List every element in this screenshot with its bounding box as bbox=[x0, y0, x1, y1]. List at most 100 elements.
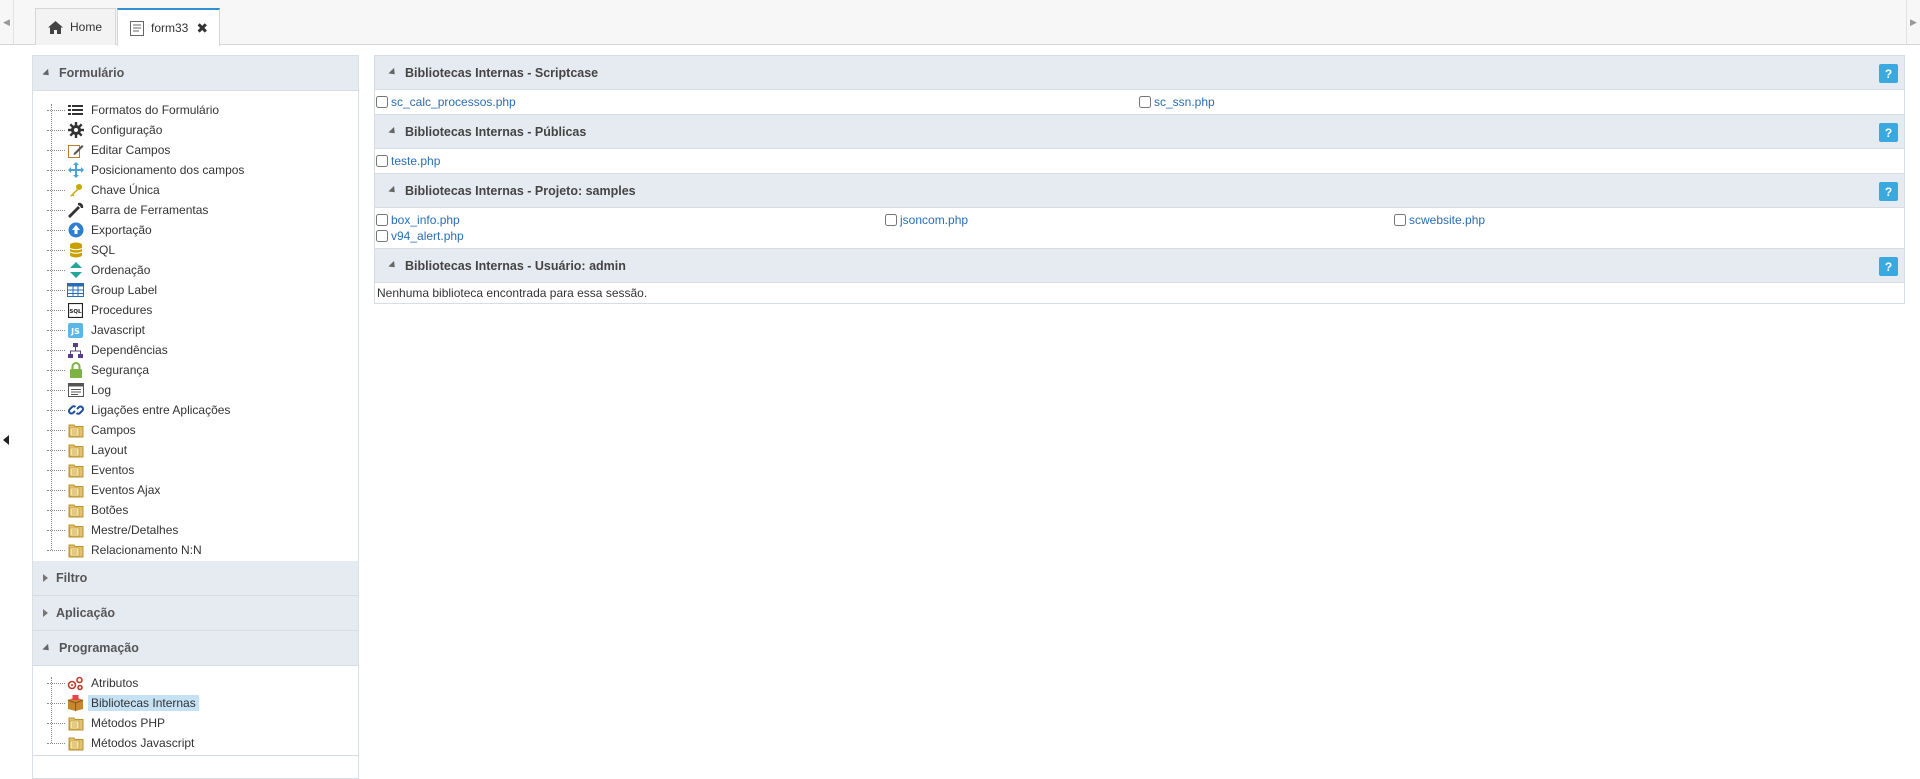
sidebar-item[interactable]: Campos bbox=[47, 420, 139, 440]
expanded-triangle-icon bbox=[388, 185, 398, 196]
tab-home[interactable]: Home bbox=[35, 8, 116, 45]
library-file-link[interactable]: sc_ssn.php bbox=[1154, 95, 1215, 109]
sidebar-item-label: Relacionamento N:N bbox=[91, 543, 202, 557]
library-body-projeto: box_info.php jsoncom.php scwebsite.php v… bbox=[374, 208, 1905, 248]
library-checkbox[interactable] bbox=[1394, 214, 1406, 226]
library-file-link[interactable]: v94_alert.php bbox=[391, 229, 464, 243]
sidebar-item[interactable]: Formatos do Formulário bbox=[47, 100, 222, 120]
hierarchy-icon bbox=[67, 342, 84, 358]
sidebar-item[interactable]: JS Javascript bbox=[47, 320, 148, 340]
tree-connector bbox=[47, 389, 65, 391]
collapse-sidebar-icon[interactable] bbox=[3, 434, 11, 445]
library-file-link[interactable]: jsoncom.php bbox=[900, 213, 968, 227]
sidebar-item[interactable]: Bibliotecas Internas bbox=[47, 693, 199, 713]
library-header-scriptcase[interactable]: Bibliotecas Internas - Scriptcase ? bbox=[374, 55, 1905, 90]
section-aplicacao[interactable]: Aplicação bbox=[33, 596, 358, 631]
library-title: Bibliotecas Internas - Projeto: samples bbox=[405, 183, 636, 198]
sidebar-item-label: Barra de Ferramentas bbox=[91, 203, 209, 217]
library-header-projeto[interactable]: Bibliotecas Internas - Projeto: samples … bbox=[374, 173, 1905, 208]
sidebar-item[interactable]: Ligações entre Aplicações bbox=[47, 400, 233, 420]
help-button[interactable]: ? bbox=[1879, 182, 1898, 201]
section-programacao[interactable]: Programação bbox=[33, 631, 358, 666]
tab-form33[interactable]: form33 ✖ bbox=[117, 8, 220, 46]
help-button[interactable]: ? bbox=[1879, 64, 1898, 83]
tree-connector bbox=[47, 209, 65, 211]
help-button[interactable]: ? bbox=[1879, 123, 1898, 142]
sidebar-item[interactable]: Group Label bbox=[47, 280, 160, 300]
section-formulario-title: Formulário bbox=[59, 66, 125, 80]
library-checkbox[interactable] bbox=[376, 230, 388, 242]
sidebar-divider bbox=[33, 755, 358, 756]
sidebar-item[interactable]: Relacionamento N:N bbox=[47, 540, 205, 560]
library-checkbox[interactable] bbox=[376, 96, 388, 108]
library-body-usuario: Nenhuma biblioteca encontrada para essa … bbox=[374, 283, 1905, 304]
library-file-link[interactable]: box_info.php bbox=[391, 213, 460, 227]
sidebar-item[interactable]: Segurança bbox=[47, 360, 152, 380]
sidebar-item-label: Configuração bbox=[91, 123, 163, 137]
sidebar-item[interactable]: Botões bbox=[47, 500, 131, 520]
sidebar-item[interactable]: Dependências bbox=[47, 340, 171, 360]
tree-connector bbox=[47, 489, 65, 491]
sidebar-item[interactable]: SQL bbox=[47, 240, 118, 260]
sidebar-item[interactable]: Eventos bbox=[47, 460, 137, 480]
sidebar-item[interactable]: Exportação bbox=[47, 220, 155, 240]
sidebar-item-label: Ligações entre Aplicações bbox=[91, 403, 231, 417]
library-header-usuario[interactable]: Bibliotecas Internas - Usuário: admin ? bbox=[374, 248, 1905, 283]
tree-connector bbox=[47, 722, 65, 724]
library-file-item[interactable]: v94_alert.php bbox=[376, 229, 464, 243]
tab-home-label: Home bbox=[70, 20, 103, 34]
scroll-tabs-left-button[interactable]: ◀ bbox=[0, 0, 14, 45]
tree-connector bbox=[47, 329, 65, 331]
section-filtro[interactable]: Filtro bbox=[33, 561, 358, 596]
sidebar-item[interactable]: Log bbox=[47, 380, 114, 400]
sidebar-item-label: Procedures bbox=[91, 303, 153, 317]
tree-connector bbox=[47, 129, 65, 131]
library-file-link[interactable]: teste.php bbox=[391, 154, 440, 168]
sidebar-item[interactable]: Métodos Javascript bbox=[47, 733, 197, 753]
library-file-item[interactable]: box_info.php bbox=[376, 213, 460, 227]
tree-connector bbox=[47, 529, 65, 531]
sidebar-item[interactable]: Atributos bbox=[47, 673, 141, 693]
sidebar-item[interactable]: Métodos PHP bbox=[47, 713, 168, 733]
expanded-triangle-icon bbox=[42, 643, 52, 653]
sidebar-item[interactable]: Layout bbox=[47, 440, 130, 460]
tree-connector bbox=[47, 682, 65, 684]
library-title: Bibliotecas Internas - Públicas bbox=[405, 124, 587, 139]
sidebar-item[interactable]: Mestre/Detalhes bbox=[47, 520, 181, 540]
folder-icon bbox=[67, 735, 84, 751]
sidebar-item[interactable]: Eventos Ajax bbox=[47, 480, 163, 500]
library-file-link[interactable]: scwebsite.php bbox=[1409, 213, 1485, 227]
sidebar-item[interactable]: Chave Única bbox=[47, 180, 163, 200]
sidebar-item[interactable]: Configuração bbox=[47, 120, 165, 140]
library-file-item[interactable]: sc_calc_processos.php bbox=[376, 95, 516, 109]
tab-form33-label: form33 bbox=[151, 21, 189, 35]
library-checkbox[interactable] bbox=[885, 214, 897, 226]
sidebar-item[interactable]: SQL Procedures bbox=[47, 300, 155, 320]
section-programacao-title: Programação bbox=[59, 641, 139, 655]
sidebar-item[interactable]: Barra de Ferramentas bbox=[47, 200, 211, 220]
close-tab-icon[interactable]: ✖ bbox=[196, 20, 208, 37]
library-file-item[interactable]: sc_ssn.php bbox=[1139, 95, 1215, 109]
home-icon bbox=[48, 20, 63, 34]
library-file-link[interactable]: sc_calc_processos.php bbox=[391, 95, 516, 109]
section-formulario[interactable]: Formulário bbox=[33, 56, 358, 91]
library-file-item[interactable]: jsoncom.php bbox=[885, 213, 968, 227]
library-checkbox[interactable] bbox=[376, 214, 388, 226]
scroll-tabs-right-button[interactable]: ▶ bbox=[1906, 0, 1920, 45]
sidebar-item[interactable]: Editar Campos bbox=[47, 140, 173, 160]
sidebar-item[interactable]: Ordenação bbox=[47, 260, 153, 280]
move-arrows-icon bbox=[67, 162, 84, 178]
link-icon bbox=[67, 402, 84, 418]
tree-connector bbox=[47, 269, 65, 271]
library-checkbox[interactable] bbox=[376, 155, 388, 167]
library-file-item[interactable]: scwebsite.php bbox=[1394, 213, 1485, 227]
help-button[interactable]: ? bbox=[1879, 257, 1898, 276]
tree-connector bbox=[47, 742, 65, 744]
sidebar-item[interactable]: Posicionamento dos campos bbox=[47, 160, 247, 180]
svg-text:SQL: SQL bbox=[69, 309, 82, 315]
library-header-publicas[interactable]: Bibliotecas Internas - Públicas ? bbox=[374, 114, 1905, 149]
tree-connector bbox=[47, 189, 65, 191]
wrench-icon bbox=[67, 202, 84, 218]
library-file-item[interactable]: teste.php bbox=[376, 154, 440, 168]
library-checkbox[interactable] bbox=[1139, 96, 1151, 108]
